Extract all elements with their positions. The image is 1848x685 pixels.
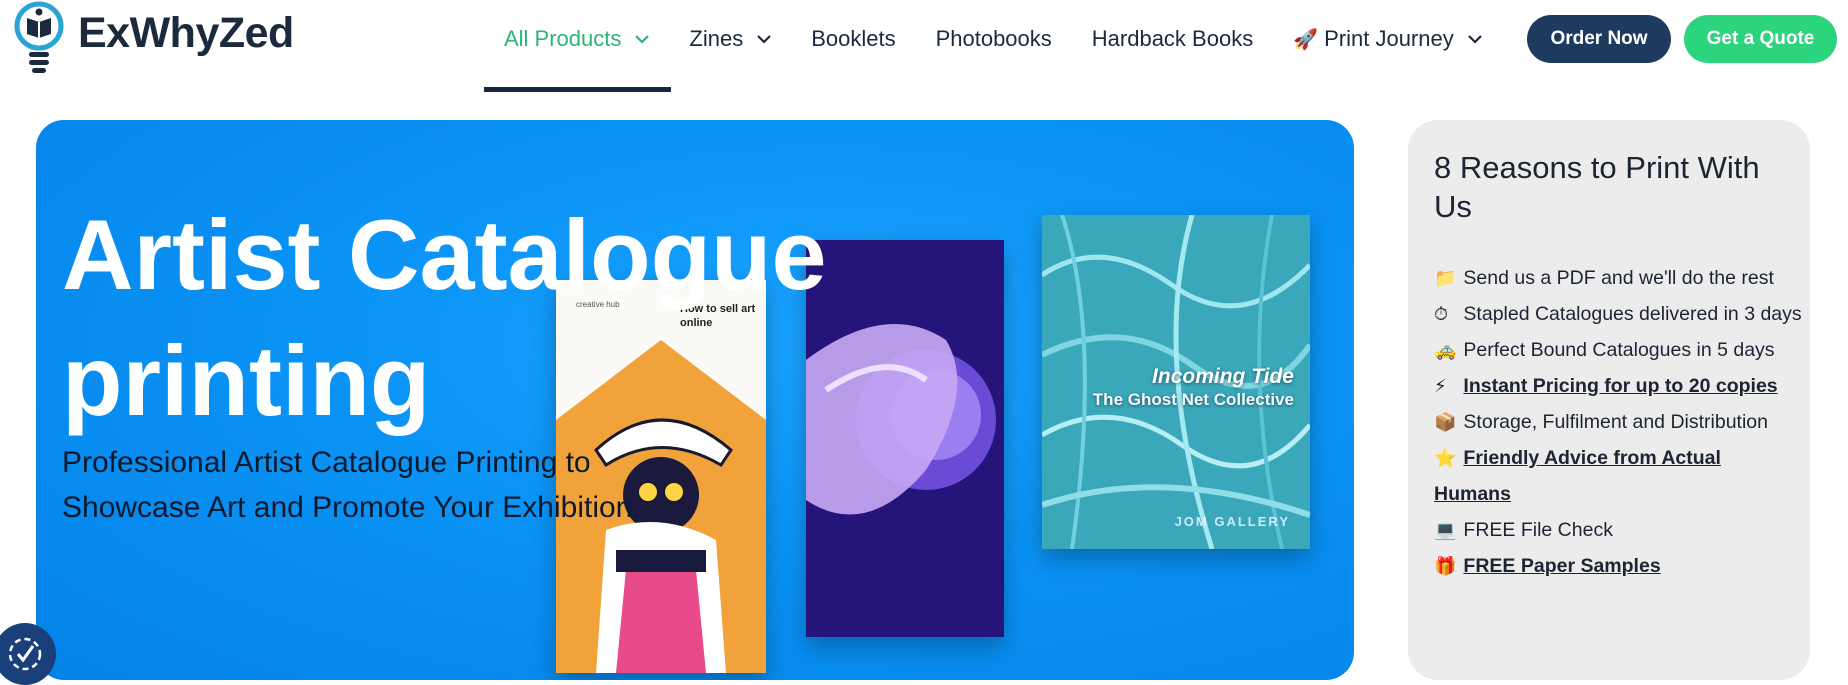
reason-text: Send us a PDF and we'll do the rest xyxy=(1463,267,1774,289)
logo[interactable]: ExWhyZed xyxy=(12,0,294,78)
instant-pricing-link[interactable]: Instant Pricing for up to 20 copies xyxy=(1463,375,1777,397)
list-item: 🚕 Perfect Bound Catalogues in 5 days xyxy=(1434,332,1802,368)
laptop-icon: 💻 xyxy=(1434,520,1457,540)
main-nav: All Products Zines Booklets Photobooks H… xyxy=(484,0,1502,95)
reason-text: Storage, Fulfilment and Distribution xyxy=(1463,411,1768,433)
hero-subtitle: Professional Artist Catalogue Printing t… xyxy=(62,446,641,524)
book-footer: JOM GALLERY xyxy=(1174,514,1290,529)
nav-label: Booklets xyxy=(811,26,896,51)
chevron-down-icon xyxy=(757,34,771,44)
accessibility-icon xyxy=(8,637,42,671)
car-icon: 🚕 xyxy=(1434,340,1457,360)
list-item: ⏱ Stapled Catalogues delivered in 3 days xyxy=(1434,296,1802,332)
list-item: ⭐ Friendly Advice from Actual Humans xyxy=(1434,440,1802,512)
nav-item-print-journey[interactable]: 🚀 Print Journey xyxy=(1273,0,1502,78)
folder-icon: 📁 xyxy=(1434,268,1457,288)
box-icon: 📦 xyxy=(1434,412,1457,432)
nav-item-all-products[interactable]: All Products xyxy=(484,0,671,92)
reasons-list: 📁 Send us a PDF and we'll do the rest ⏱ … xyxy=(1434,260,1802,584)
panel-title: 8 Reasons to Print With Us xyxy=(1434,150,1760,224)
rocket-icon: 🚀 xyxy=(1293,28,1319,51)
list-item: 📁 Send us a PDF and we'll do the rest xyxy=(1434,260,1802,296)
chevron-down-icon xyxy=(635,34,650,44)
book-title: Incoming Tide xyxy=(1152,365,1294,388)
active-nav-underline xyxy=(484,87,671,92)
nav-item-booklets[interactable]: Booklets xyxy=(791,0,915,78)
brand-name: ExWhyZed xyxy=(78,8,294,57)
catalogue-book-teal: Incoming Tide The Ghost Net Collective J… xyxy=(1042,215,1310,549)
nav-label: Zines xyxy=(689,26,744,51)
hero-title: Artist Catalogue printing xyxy=(62,199,827,436)
free-paper-samples-link[interactable]: FREE Paper Samples xyxy=(1463,555,1660,577)
order-now-button[interactable]: Order Now xyxy=(1527,15,1671,63)
accessibility-button[interactable] xyxy=(0,623,56,685)
chevron-down-icon xyxy=(1467,34,1482,44)
friendly-advice-link[interactable]: Friendly Advice from Actual Humans xyxy=(1434,447,1721,505)
list-item: 🎁 FREE Paper Samples xyxy=(1434,548,1802,584)
nav-item-hardback-books[interactable]: Hardback Books xyxy=(1072,0,1273,78)
reasons-panel: 8 Reasons to Print With Us 📁 Send us a P… xyxy=(1408,120,1810,680)
nav-item-zines[interactable]: Zines xyxy=(669,0,791,78)
nav-item-photobooks[interactable]: Photobooks xyxy=(916,0,1072,78)
list-item: ⚡ Instant Pricing for up to 20 copies xyxy=(1434,368,1802,404)
stopwatch-icon: ⏱ xyxy=(1434,304,1449,324)
reason-text: FREE File Check xyxy=(1463,519,1613,541)
get-a-quote-button[interactable]: Get a Quote xyxy=(1684,15,1837,63)
list-item: 💻 FREE File Check xyxy=(1434,512,1802,548)
lightning-icon: ⚡ xyxy=(1434,376,1447,396)
reason-text: Perfect Bound Catalogues in 5 days xyxy=(1463,339,1775,361)
lightbulb-book-logo-icon xyxy=(14,1,64,73)
gift-icon: 🎁 xyxy=(1434,556,1457,576)
nav-label: Print Journey xyxy=(1324,26,1454,51)
nav-label: Photobooks xyxy=(935,26,1052,51)
star-icon: ⭐ xyxy=(1434,448,1457,468)
nav-label: All Products xyxy=(504,26,622,51)
book-subtitle: The Ghost Net Collective xyxy=(1092,390,1294,409)
nav-label: Hardback Books xyxy=(1091,26,1254,51)
hero-banner: Artist Catalogue printing Professional A… xyxy=(36,120,1354,680)
list-item: 📦 Storage, Fulfilment and Distribution xyxy=(1434,404,1802,440)
site-header: ExWhyZed All Products Zines Booklets Pho… xyxy=(0,0,1848,95)
reason-text: Stapled Catalogues delivered in 3 days xyxy=(1463,303,1802,325)
